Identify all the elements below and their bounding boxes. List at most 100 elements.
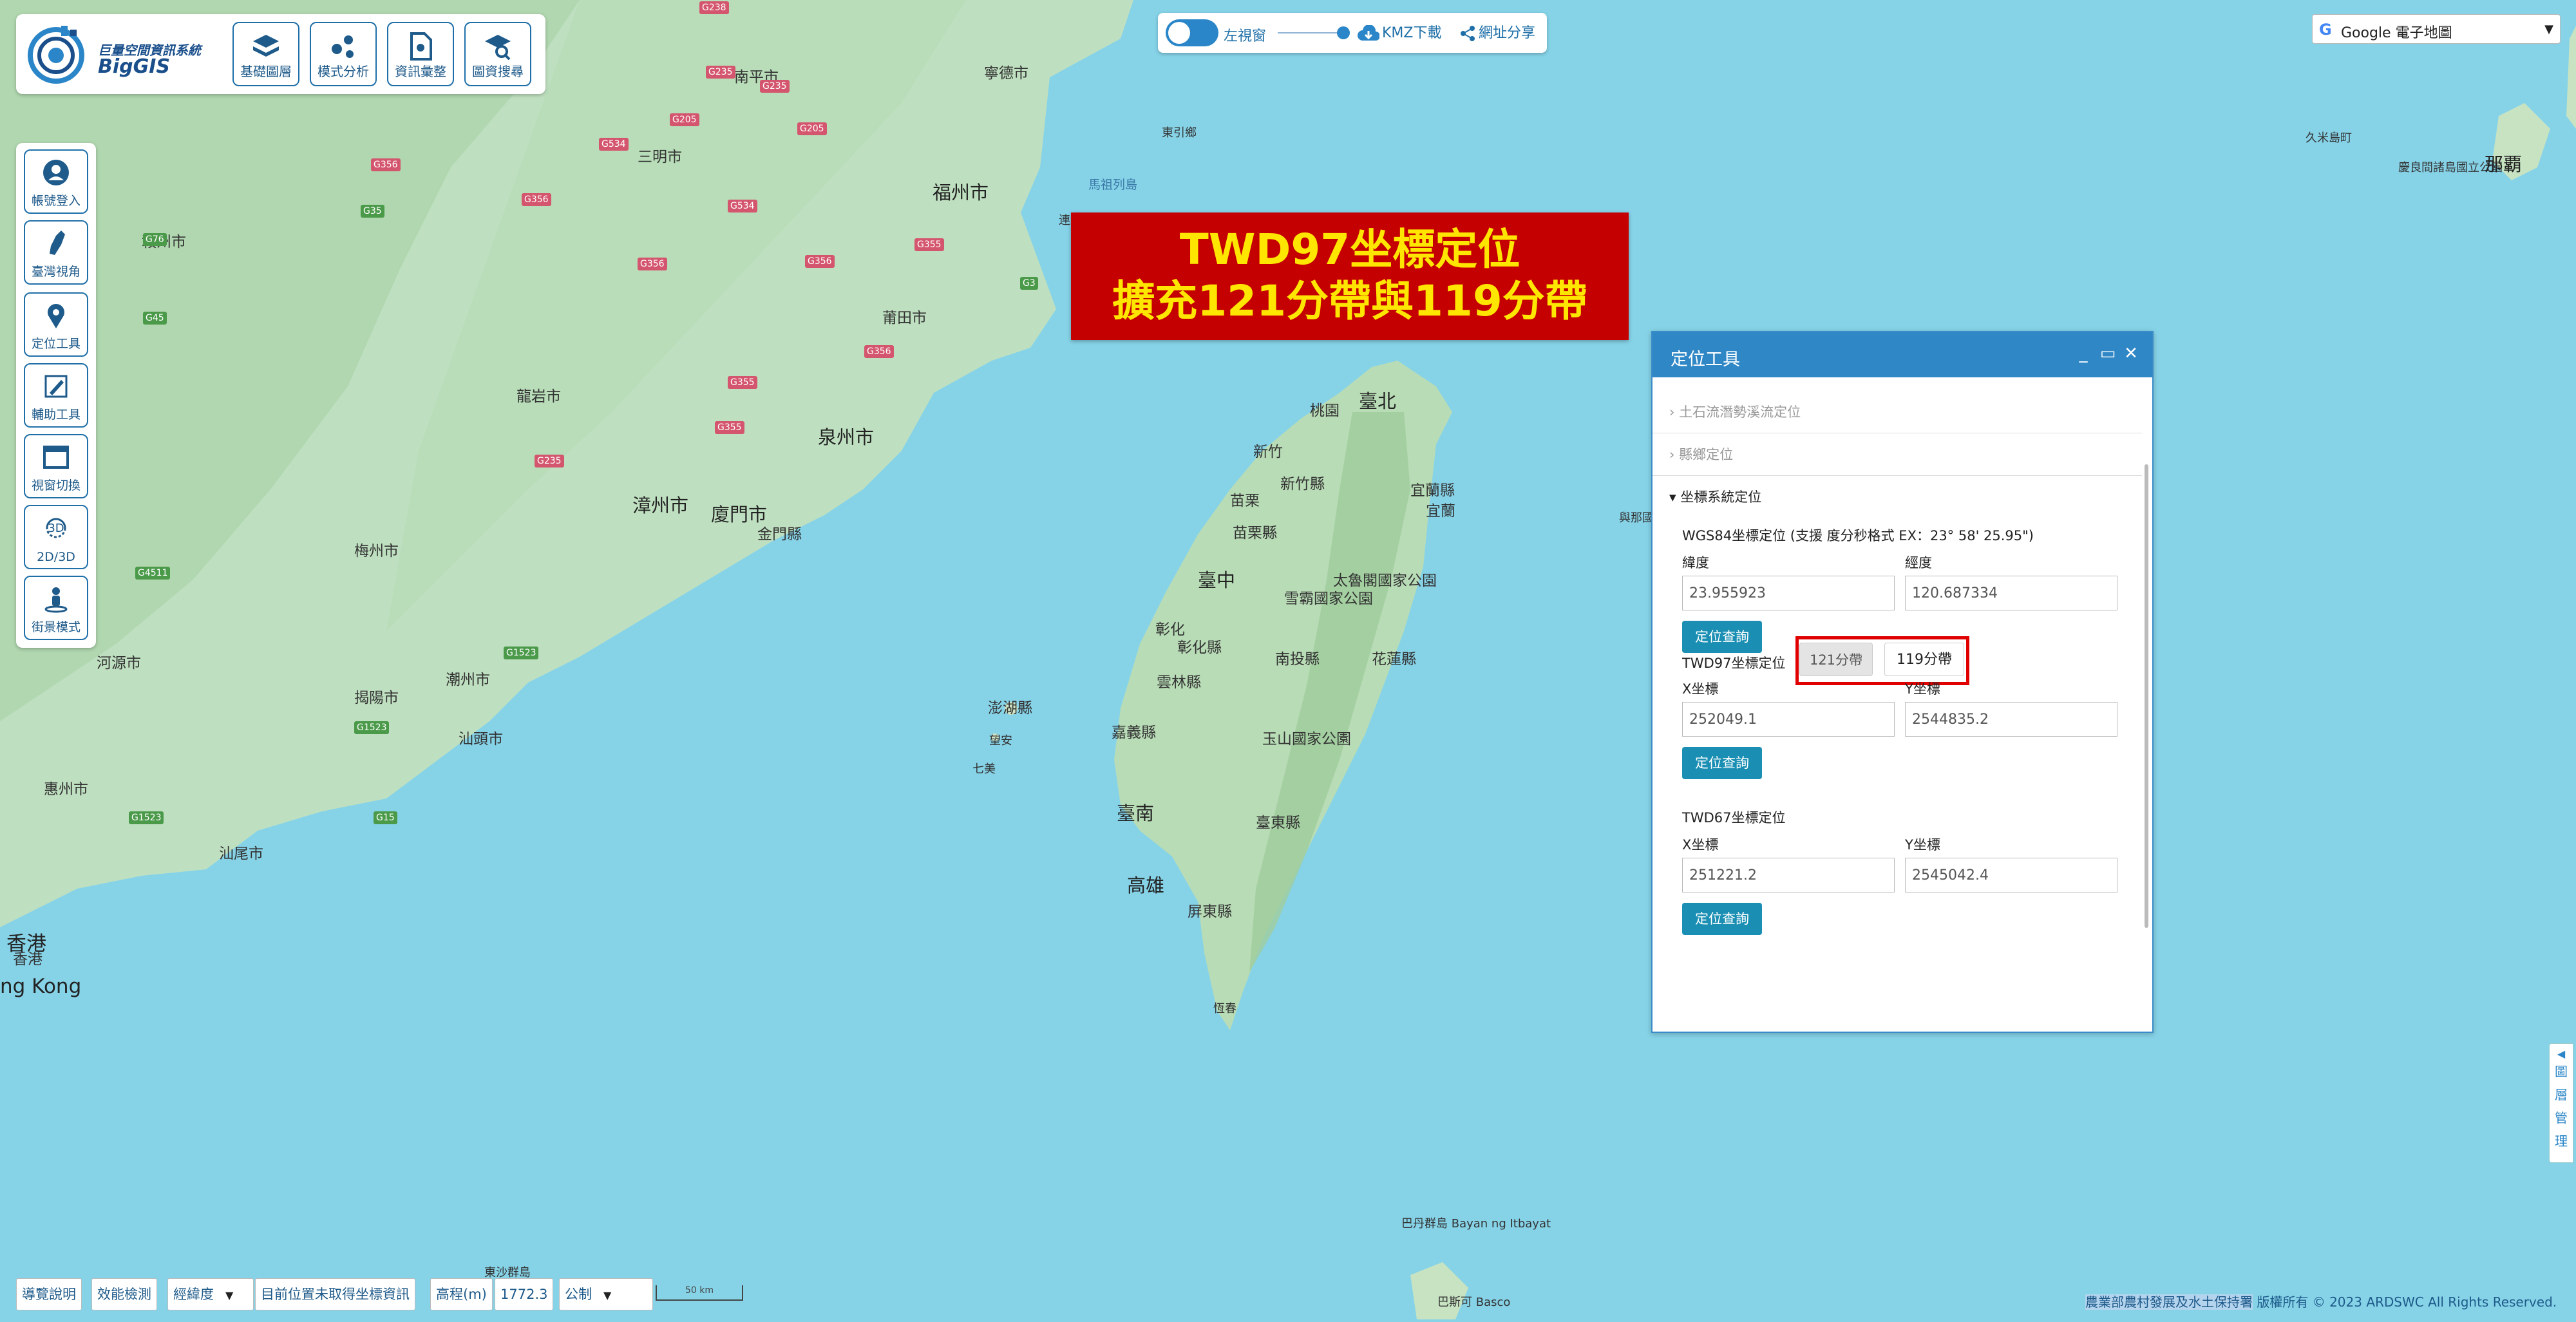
copyright-text: 版權所有 © 2023 ARDSWC All Rights Reserved.: [2253, 1294, 2557, 1310]
minimize-button[interactable]: _: [2074, 344, 2093, 363]
twd97-x-input[interactable]: 252049.1: [1682, 702, 1895, 737]
left-sidebar: 帳號登入 臺灣視角 定位工具 輔助工具 視窗切換 3D 2D/3D 街景模式: [16, 143, 96, 648]
wgs84-query-button[interactable]: 定位查詢: [1682, 621, 1762, 653]
chevron-down-icon: ▼: [225, 1289, 234, 1301]
map-place-label: 泉州市: [818, 426, 875, 448]
twd97-query-button[interactable]: 定位查詢: [1682, 747, 1762, 779]
streetview-button[interactable]: 街景模式: [24, 576, 88, 640]
accordion-coordinate-label: 坐標系統定位: [1680, 489, 1762, 505]
app-logo[interactable]: 巨量空間資訊系統 BigGIS: [24, 22, 223, 86]
panel-header[interactable]: 定位工具 _ ▭ ✕: [1653, 332, 2152, 377]
map-place-label: 嘉義縣: [1112, 724, 1156, 741]
layer-manager-tab[interactable]: ◀ 圖 層 管 理: [2549, 1043, 2573, 1163]
map-place-label: 久米島町: [2306, 131, 2352, 145]
taiwan-view-button[interactable]: 臺灣視角: [24, 220, 88, 285]
cloud-download-icon: [1358, 24, 1380, 41]
share-label: 網址分享: [1479, 25, 1536, 41]
twd97-y-input[interactable]: 2544835.2: [1905, 702, 2117, 737]
login-button[interactable]: 帳號登入: [24, 149, 88, 214]
positioning-tool-panel: 定位工具 _ ▭ ✕ › 土石流潛勢溪流定位 › 縣鄉定位 ▾ 坐標系統定位 W…: [1651, 331, 2154, 1033]
opacity-slider[interactable]: [1278, 26, 1350, 39]
aux-tool-label: 輔助工具: [31, 408, 80, 422]
aux-tool-button[interactable]: 輔助工具: [24, 363, 88, 428]
streetview-label: 街景模式: [31, 620, 80, 634]
panel-scrollbar[interactable]: [2145, 464, 2148, 928]
elevation-value: 1772.3: [495, 1278, 554, 1310]
biggis-logo-icon: [28, 26, 84, 84]
map-place-label: 三明市: [638, 149, 682, 165]
map-place-label: 新竹縣: [1280, 476, 1325, 493]
twd67-y-input[interactable]: 2545042.4: [1905, 858, 2117, 892]
accordion-coordinate[interactable]: ▾ 坐標系統定位: [1669, 487, 1761, 506]
latitude-input[interactable]: 23.955923: [1682, 576, 1895, 610]
map-place-label: 河源市: [97, 655, 141, 672]
basemap-value: Google 電子地圖: [2341, 25, 2452, 41]
map-place-label: 香港: [13, 951, 43, 968]
map-place-label: 汕尾市: [219, 845, 263, 862]
user-icon: [43, 160, 69, 185]
unit-select[interactable]: 公制 ▼: [559, 1278, 653, 1310]
chevron-down-icon: ▼: [603, 1289, 612, 1301]
longitude-label: 經度: [1905, 555, 1932, 571]
window-switch-button[interactable]: 視窗切換: [24, 434, 88, 498]
map-place-label: 恆春: [1213, 1002, 1236, 1015]
map-search-button[interactable]: 圖資搜尋: [464, 22, 531, 86]
map-place-label: 梅州市: [354, 543, 399, 560]
map-place-label: 揭陽市: [354, 690, 399, 706]
unit-value: 公制: [565, 1287, 592, 1302]
tools-icon: [44, 375, 68, 398]
layertab-char: 層: [2555, 1087, 2568, 1102]
share-url-button[interactable]: 網址分享: [1459, 21, 1535, 46]
current-position-display: 目前位置未取得坐標資訊: [255, 1278, 415, 1310]
coord-format-select[interactable]: 經緯度 ▼: [167, 1278, 254, 1310]
accordion-county[interactable]: › 縣鄉定位: [1669, 444, 1733, 464]
locate-tool-button[interactable]: 定位工具: [24, 292, 88, 357]
map-place-label: 巴丹群島 Bayan ng Itbayat: [1401, 1217, 1551, 1231]
map-place-label: 花蓮縣: [1372, 651, 1416, 668]
longitude-input[interactable]: 120.687334: [1905, 576, 2117, 610]
window-switch-label: 視窗切換: [31, 478, 80, 493]
layertab-char: 管: [2555, 1110, 2568, 1126]
accordion-debris-flow-label: 土石流潛勢溪流定位: [1679, 404, 1801, 420]
map-place-label: 屏東縣: [1188, 903, 1232, 920]
map-place-label: 新竹: [1253, 444, 1283, 460]
layertab-char: 理: [2555, 1133, 2568, 1149]
layers-icon: [253, 35, 279, 57]
map-search-icon: [485, 35, 511, 61]
window-icon: [43, 446, 69, 469]
accordion-debris-flow[interactable]: › 土石流潛勢溪流定位: [1669, 402, 1801, 421]
locate-tool-label: 定位工具: [31, 337, 80, 351]
logo-en: BigGIS: [98, 55, 171, 78]
map-place-label: 汕頭市: [459, 731, 503, 748]
map-place-label: 苗栗縣: [1233, 525, 1277, 542]
guide-button[interactable]: 導覽說明: [16, 1278, 82, 1310]
map-place-label: 雲林縣: [1157, 674, 1201, 691]
kmz-download-button[interactable]: KMZ下載: [1358, 21, 1441, 46]
announcement-line2: 擴充121分帶與119分帶: [1112, 276, 1587, 326]
info-compendium-button[interactable]: 資訊彙整: [387, 22, 454, 86]
map-canvas[interactable]: 南平市寧德市三明市福州市莆田市泉州市漳州市廈門市金門縣龍岩市梅州市贛州市河源市揭…: [0, 0, 2576, 1319]
map-place-label: 潮州市: [446, 672, 490, 688]
performance-button[interactable]: 效能檢測: [91, 1278, 157, 1310]
twd67-query-button[interactable]: 定位查詢: [1682, 903, 1762, 935]
map-place-label: 龍岩市: [516, 388, 561, 405]
left-view-toggle[interactable]: [1166, 19, 1218, 46]
basemap-select[interactable]: G Google 電子地圖 ▼: [2312, 14, 2561, 44]
twd97-y-label: Y坐標: [1905, 681, 1940, 697]
twd67-x-input[interactable]: 251221.2: [1682, 858, 1895, 892]
map-place-label: 宜蘭: [1426, 503, 1455, 520]
wgs84-title: WGS84坐標定位 (支援 度分秒格式 EX：23° 58' 25.95"): [1682, 528, 2034, 543]
twd67-title: TWD67坐標定位: [1682, 810, 1786, 826]
announcement-line1: TWD97坐標定位: [1179, 225, 1520, 274]
basemap-layers-button[interactable]: 基礎圖層: [232, 22, 299, 86]
slider-thumb[interactable]: [1337, 26, 1350, 39]
map-place-label: 宜蘭縣: [1410, 482, 1455, 499]
model-analysis-button[interactable]: 模式分析: [310, 22, 377, 86]
map-place-label: 澎湖縣: [988, 700, 1032, 717]
maximize-button[interactable]: ▭: [2098, 344, 2117, 363]
map-place-label: 苗栗: [1230, 493, 1260, 509]
map-place-label: 東引鄉: [1162, 126, 1197, 140]
dimension-toggle-button[interactable]: 3D 2D/3D: [24, 505, 88, 569]
copyright-org-link[interactable]: 農業部農村發展及水土保持署: [2085, 1294, 2253, 1310]
close-button[interactable]: ✕: [2121, 344, 2141, 363]
